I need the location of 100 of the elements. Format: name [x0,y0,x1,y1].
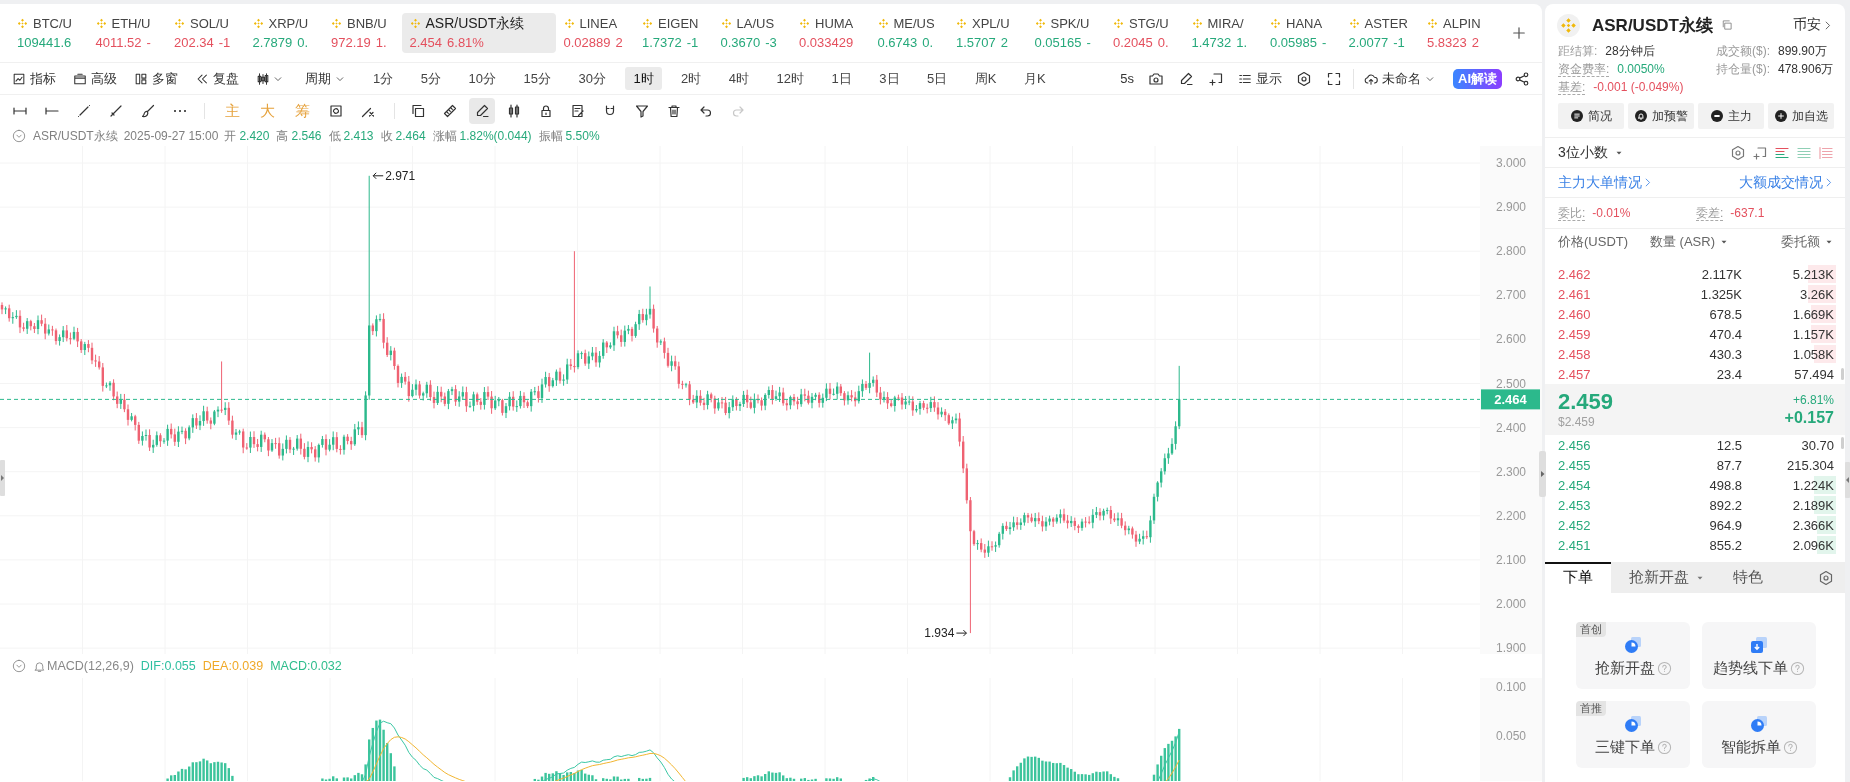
interval-tab[interactable]: 1时 [625,67,662,90]
action-button[interactable]: 主力 [1698,103,1764,129]
stat-value: 28分钟后 [1605,42,1655,60]
column-header[interactable]: 数量 (ASR) [1650,233,1742,251]
ticker-tab[interactable]: EIGEN 1.7372 -1 [634,13,713,53]
plus-icon[interactable] [1512,26,1526,40]
expand-tab-icon[interactable] [0,460,5,496]
interval-tab[interactable]: 4时 [720,67,758,90]
feature-card[interactable]: 趋势线下单 [1702,622,1816,689]
feature-card[interactable]: 首推 三键下单 [1576,701,1690,768]
stat-label: 资金费率: [1558,61,1610,77]
layout-dropdown[interactable]: 未命名 [1364,66,1435,91]
pen-icon[interactable] [469,97,495,124]
interval-tab[interactable]: 1分 [365,67,402,90]
expand-tab-icon[interactable] [1845,462,1850,498]
trend-line-icon[interactable] [76,102,92,119]
toolbar-button[interactable]: 复盘 [195,66,239,91]
action-button[interactable]: 加自选 [1768,103,1834,129]
refresh-rate-button[interactable]: 5s [1120,66,1134,91]
exchange-link[interactable]: 币安 [1793,16,1833,34]
ruler-icon[interactable] [442,102,458,119]
ticker-tab[interactable]: SPK/U 0.05165 - [1026,13,1105,53]
collapse-icon[interactable] [12,659,26,673]
collapse-icon[interactable] [12,129,26,143]
ticker-tab[interactable]: MIRA/ 1.4732 1. [1183,13,1262,53]
ticker-tab[interactable]: BTC/U 109441.6 [9,13,88,53]
share-icon[interactable] [1514,70,1530,87]
interval-tab[interactable]: 2时 [673,67,710,90]
ticker-tab[interactable]: XRP/U 2.7879 0. [244,13,323,53]
ticker-tab[interactable]: XPL/U 1.5707 2 [948,13,1027,53]
interval-tab[interactable]: 15分 [515,67,559,90]
axis-label: 2.000 [1496,597,1527,611]
settings-icon[interactable] [1296,70,1312,87]
add-frame-icon[interactable] [1208,70,1224,87]
bell-icon[interactable] [33,659,46,673]
interval-tab[interactable]: 5日 [919,67,956,90]
column-header[interactable]: 委托额 [1781,233,1834,251]
fullscreen-icon[interactable] [1326,70,1342,87]
action-button[interactable]: 加预警 [1628,103,1694,129]
candles-icon[interactable] [256,71,270,86]
expand-tab-icon[interactable] [1539,451,1546,497]
price-cell-text: 2.458 [1558,346,1592,362]
ticker-tab[interactable]: LA/US 0.3670 -3 [712,13,791,53]
toolbar-button[interactable]: 指标 [12,66,56,91]
total-cell-text: 1.157K [1791,326,1834,342]
copy-icon[interactable] [410,102,426,119]
interval-tab[interactable]: 12时 [768,67,813,90]
action-button[interactable]: 简况 [1558,103,1624,129]
filter-icon[interactable] [634,102,650,119]
display-button[interactable]: 显示 [1238,66,1282,91]
stat-value: 478.906万 [1778,60,1834,78]
trash-icon[interactable] [666,102,682,119]
period-dropdown[interactable]: 周期 [305,66,345,91]
decimals-dropdown[interactable]: 3位小数 [1558,143,1624,162]
column-header: 价格(USDT) [1558,233,1630,251]
scrollbar-thumb[interactable] [1841,437,1844,449]
ticker-tab[interactable]: ETH/U 4011.52 - [87,13,166,53]
candles-icon[interactable] [506,102,522,119]
camera-icon[interactable] [1148,70,1164,87]
ticker-tab[interactable]: HANA 0.05985 - [1262,13,1341,53]
interval-tab[interactable]: 1日 [823,67,860,90]
order-tab[interactable]: 特色 [1723,562,1773,593]
rewind-icon [195,71,209,86]
feature-card[interactable]: 首创 抢新开盘 [1576,622,1690,689]
link[interactable]: 大额成交情况 [1739,173,1834,192]
ticker-tab[interactable]: SOL/U 202.34 -1 [166,13,245,53]
lock-icon[interactable] [538,102,554,119]
ticker-tab[interactable]: STG/U 0.2045 0. [1105,13,1184,53]
field-label: 开 [224,127,237,145]
axis-label: 2.700 [1496,288,1527,303]
scrollbar-thumb[interactable] [1841,368,1844,380]
pen-icon[interactable] [1178,70,1194,87]
link[interactable]: 主力大单情况 [1558,173,1653,192]
interval-tab[interactable]: 30分 [570,67,614,90]
axis-label: 2.100 [1496,552,1527,567]
interval-tab[interactable]: 10分 [460,67,504,90]
order-tab[interactable]: 下单 [1545,562,1611,593]
ticker-tab[interactable]: LINEA 0.02889 2 [555,13,634,53]
ticker-tab[interactable]: ASTER 2.0077 -1 [1340,13,1419,53]
feature-card[interactable]: 智能拆单 [1702,701,1816,768]
toolbar-button[interactable]: 多窗 [134,66,178,91]
amount-cell-text: 1.325K [1699,286,1742,302]
ticker-tab[interactable]: HUMA 0.033429 [791,13,870,53]
toolbar-button[interactable]: 高级 [73,66,117,91]
interval-tab[interactable]: 周K [966,67,1005,90]
stat-label: 委差: [1696,205,1724,221]
macd-value: MACD:0.032 [270,659,342,673]
ticker-tab[interactable]: ASR/USDT永续 2.454 6.81% [401,13,556,53]
order-tab[interactable]: 抢新开盘 [1619,562,1715,593]
ticker-tab[interactable]: ME/US 0.6743 0. [869,13,948,53]
brush-icon[interactable] [140,102,156,119]
total-cell-text: 57.494 [1793,366,1834,382]
ai-button[interactable]: AI解读 [1453,68,1502,89]
ticker-tab[interactable]: BNB/U 972.19 1. [323,13,402,53]
interval-tab[interactable]: 5分 [412,67,449,90]
interval-tab[interactable]: 月K [1015,67,1054,90]
ticker-tab[interactable]: ALPIN 5.8323 2 [1419,13,1498,53]
note-icon[interactable] [570,102,586,119]
symbol-label: ASR/USDT永续 [33,127,118,145]
interval-tab[interactable]: 3日 [871,67,908,90]
